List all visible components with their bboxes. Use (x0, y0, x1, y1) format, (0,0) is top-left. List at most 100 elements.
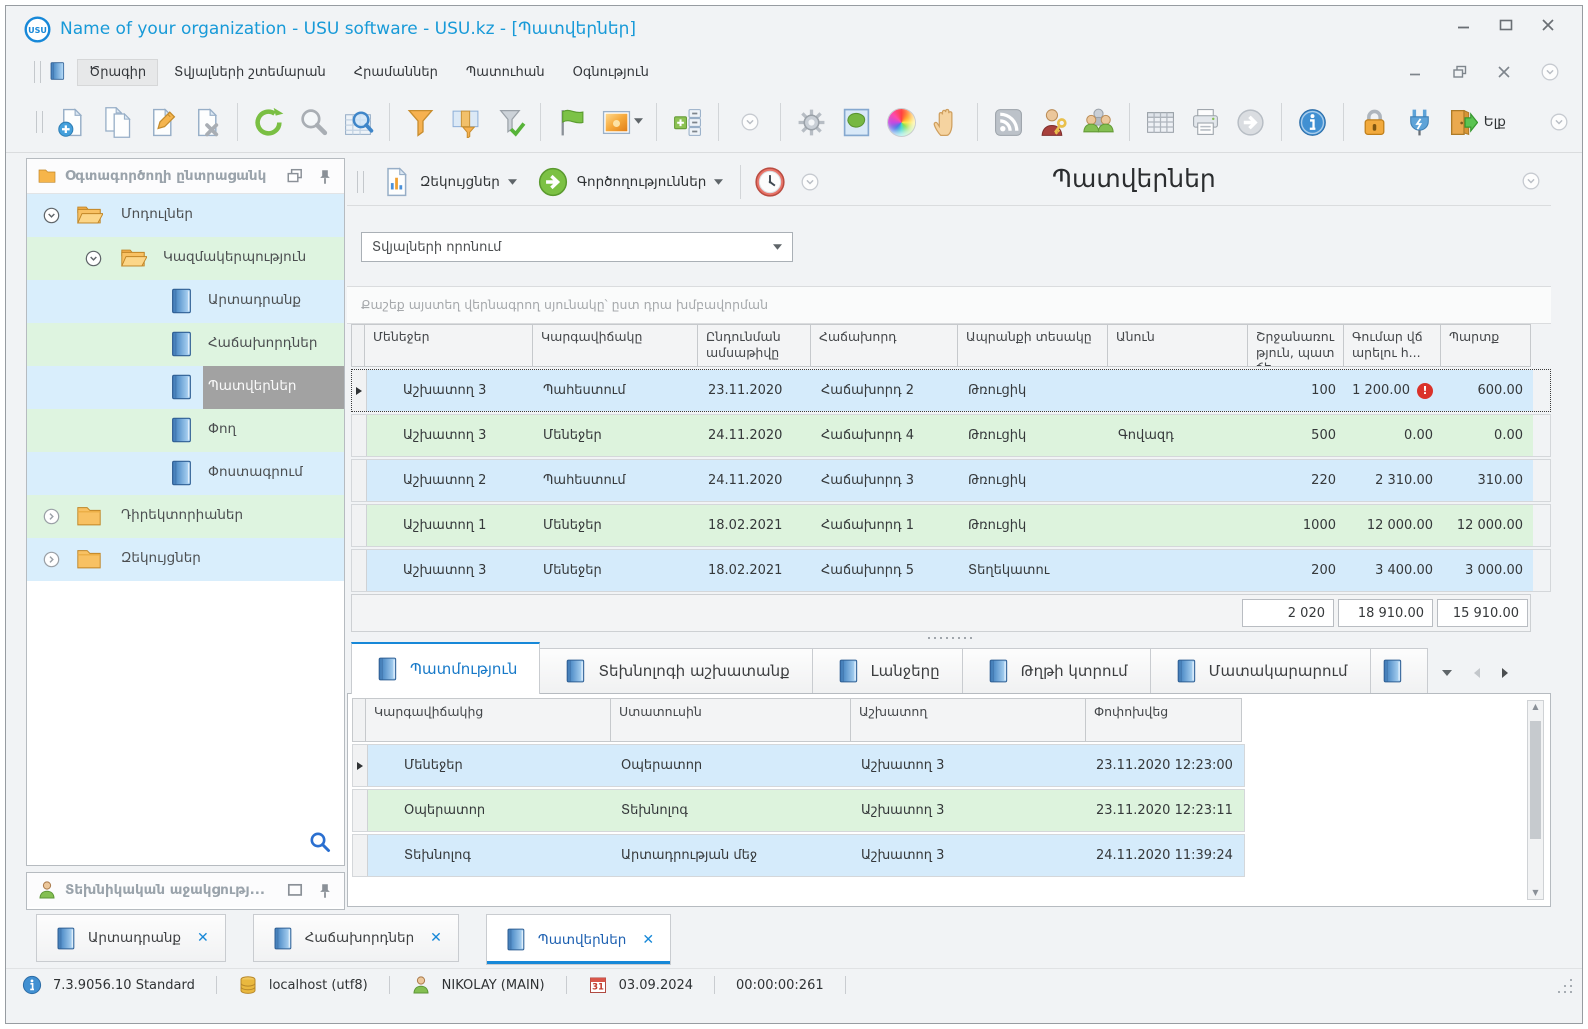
splitter-handle[interactable] (347, 634, 1551, 642)
column-header[interactable]: Շրջանառություն, պատճե... (1248, 324, 1344, 367)
table-row[interactable]: Աշխատող 3 Պահեստում 23.11.2020 Հաճախորդ 2 Թռ… (351, 369, 1551, 412)
scrollbar-thumb[interactable] (1530, 721, 1541, 839)
detail-tab-5[interactable]: Մատակարարում (1150, 648, 1371, 694)
minimize-button[interactable] (1456, 18, 1472, 32)
table-row[interactable]: Աշխատող 3 Մենեջեր 18.02.2021 Հաճախորդ 5 Տեղե… (351, 549, 1551, 592)
column-header[interactable]: Աշխատող (851, 698, 1086, 742)
mdi-restore-button[interactable] (1452, 65, 1468, 79)
tree-node[interactable]: Հաճախորդներ (27, 323, 344, 366)
flag-icon[interactable] (554, 104, 589, 140)
tree-node[interactable]: Զեկույցներ (27, 538, 344, 581)
table-row[interactable]: Աշխատող 1 Մենեջեր 18.02.2021 Հաճախորդ 1 Թռու… (351, 504, 1551, 547)
pin-panel-icon[interactable] (316, 882, 334, 898)
float-panel-icon[interactable] (286, 168, 304, 184)
data-search-dropdown[interactable]: Տվյալների որոնում (361, 232, 793, 262)
document-tab-1[interactable]: Արտադրանք ✕ (36, 914, 226, 962)
column-header[interactable]: Գումար վճարելու հ... (1344, 324, 1441, 367)
pin-panel-icon[interactable] (316, 168, 334, 184)
tree-node[interactable]: Փոստագրում (27, 452, 344, 495)
table-row[interactable]: Օպերատոր Տեխնոլոգ Աշխատող 3 23.11.2020 12:2… (352, 789, 1245, 832)
image-dropdown-caret[interactable] (634, 118, 644, 124)
tab-scroll-right-icon[interactable] (1501, 668, 1508, 678)
chevron-more-icon[interactable] (732, 104, 767, 140)
column-header[interactable]: Անուն (1108, 324, 1248, 367)
delete-document-icon[interactable] (189, 104, 224, 140)
new-document-icon[interactable] (54, 104, 89, 140)
table-grid-icon[interactable] (1143, 104, 1178, 140)
scroll-up-icon[interactable]: ▲ (1532, 703, 1538, 711)
menu-item-2[interactable]: Տվյալների շտեմարան (162, 59, 338, 86)
table-row[interactable]: Տեխնոլոգ Արտադրության մեջ Աշխատող 3 24.11.2… (352, 834, 1245, 877)
tab-scroll-left-icon[interactable] (1473, 668, 1480, 678)
column-header[interactable]: Հաճախորդ (811, 324, 958, 367)
document-tab-2[interactable]: Հաճախորդներ ✕ (252, 914, 459, 962)
color-wheel-icon[interactable] (884, 104, 919, 140)
scroll-down-icon[interactable]: ▼ (1532, 889, 1538, 897)
detail-tab-1[interactable]: Պատմություն (351, 642, 541, 694)
close-tab-icon[interactable]: ✕ (197, 930, 209, 946)
page-more-chevron-icon[interactable] (1521, 171, 1541, 191)
expand-node-icon[interactable] (43, 551, 60, 568)
edit-document-icon[interactable] (144, 104, 179, 140)
plug-icon[interactable] (1402, 104, 1437, 140)
tree-node[interactable]: Փող (27, 409, 344, 452)
detail-tab-3[interactable]: Լանջերը (812, 648, 963, 694)
collapse-node-icon[interactable] (85, 250, 102, 267)
user-group-icon[interactable] (1081, 104, 1116, 140)
tree-node[interactable]: Մոդուլներ (27, 194, 344, 237)
image-icon[interactable] (599, 104, 644, 140)
mdi-minimize-button[interactable] (1408, 65, 1424, 79)
column-header[interactable]: Փոփոխվեց (1086, 698, 1242, 742)
tree-search-icon[interactable] (309, 831, 331, 853)
table-row[interactable]: Աշխատող 3 Մենեջեր 24.11.2020 Հաճախորդ 4 Թռու… (351, 414, 1551, 457)
tab-list-caret-icon[interactable] (1441, 670, 1452, 676)
filter-icon[interactable] (403, 104, 438, 140)
column-header[interactable]: Ընդունման ամսաթիվը (698, 324, 811, 367)
rss-icon[interactable] (991, 104, 1026, 140)
close-tab-icon[interactable]: ✕ (642, 932, 654, 948)
column-header[interactable]: Ստատուսին (611, 698, 851, 742)
collapse-node-icon[interactable] (43, 207, 60, 224)
go-next-icon[interactable] (1233, 104, 1268, 140)
chevron-more-icon[interactable] (1542, 104, 1577, 140)
mdi-more-chevron-icon[interactable] (1540, 62, 1560, 82)
column-header[interactable]: Կարգավիճակից (366, 698, 611, 742)
detail-tab-2[interactable]: Տեխնոլոգի աշխատանք (540, 648, 813, 694)
column-header[interactable]: Կարգավիճակը (533, 324, 698, 367)
detail-tab-overflow[interactable] (1370, 648, 1428, 694)
maximize-button[interactable] (1498, 18, 1514, 32)
hand-icon[interactable] (929, 104, 964, 140)
search-icon[interactable] (296, 104, 331, 140)
menu-item-5[interactable]: Օգնություն (561, 59, 661, 86)
expand-node-icon[interactable] (43, 508, 60, 525)
actions-button[interactable]: Գործողություններ (527, 163, 734, 201)
column-header[interactable]: Մենեջեր (365, 324, 533, 367)
document-tab-3[interactable]: Պատվերներ ✕ (485, 914, 672, 965)
tree-node[interactable]: Դիրեկտորիաներ (27, 495, 344, 538)
expand-panel-icon[interactable] (286, 882, 304, 898)
detail-tab-4[interactable]: Թղթի կտրում (962, 648, 1151, 694)
table-row[interactable]: Աշխատող 2 Պահեստում 24.11.2020 Հաճախորդ 3 Թռ… (351, 459, 1551, 502)
tree-node[interactable]: Կազմակերպություն (27, 237, 344, 280)
copy-document-icon[interactable] (99, 104, 134, 140)
menu-item-1[interactable]: Ծրագիր (77, 58, 159, 86)
exit-icon[interactable]: Ելք (1447, 104, 1532, 140)
child-window-icon[interactable] (47, 61, 67, 83)
vertical-scrollbar[interactable]: ▲ ▼ (1527, 700, 1544, 900)
close-button[interactable] (1540, 18, 1556, 32)
info-icon[interactable] (1295, 104, 1330, 140)
tree-node[interactable]: Արտադրանք (27, 280, 344, 323)
menu-item-3[interactable]: Հրամաններ (342, 59, 450, 86)
column-header[interactable]: Պարտք (1441, 324, 1531, 367)
settings-gear-icon[interactable] (794, 104, 829, 140)
user-key-icon[interactable] (1036, 104, 1071, 140)
table-row[interactable]: Մենեջեր Օպերատոր Աշխատող 3 23.11.2020 12:23… (352, 744, 1245, 787)
search-grid-icon[interactable] (341, 104, 376, 140)
map-icon[interactable] (839, 104, 874, 140)
close-tab-icon[interactable]: ✕ (430, 930, 442, 946)
reports-button[interactable]: Զեկույցներ (370, 163, 527, 201)
tree-node[interactable]: Պատվերներ (27, 366, 344, 409)
lock-icon[interactable] (1357, 104, 1392, 140)
column-header[interactable]: Ապրանքի տեսակը (958, 324, 1108, 367)
scheduler-clock-icon[interactable] (754, 166, 786, 198)
